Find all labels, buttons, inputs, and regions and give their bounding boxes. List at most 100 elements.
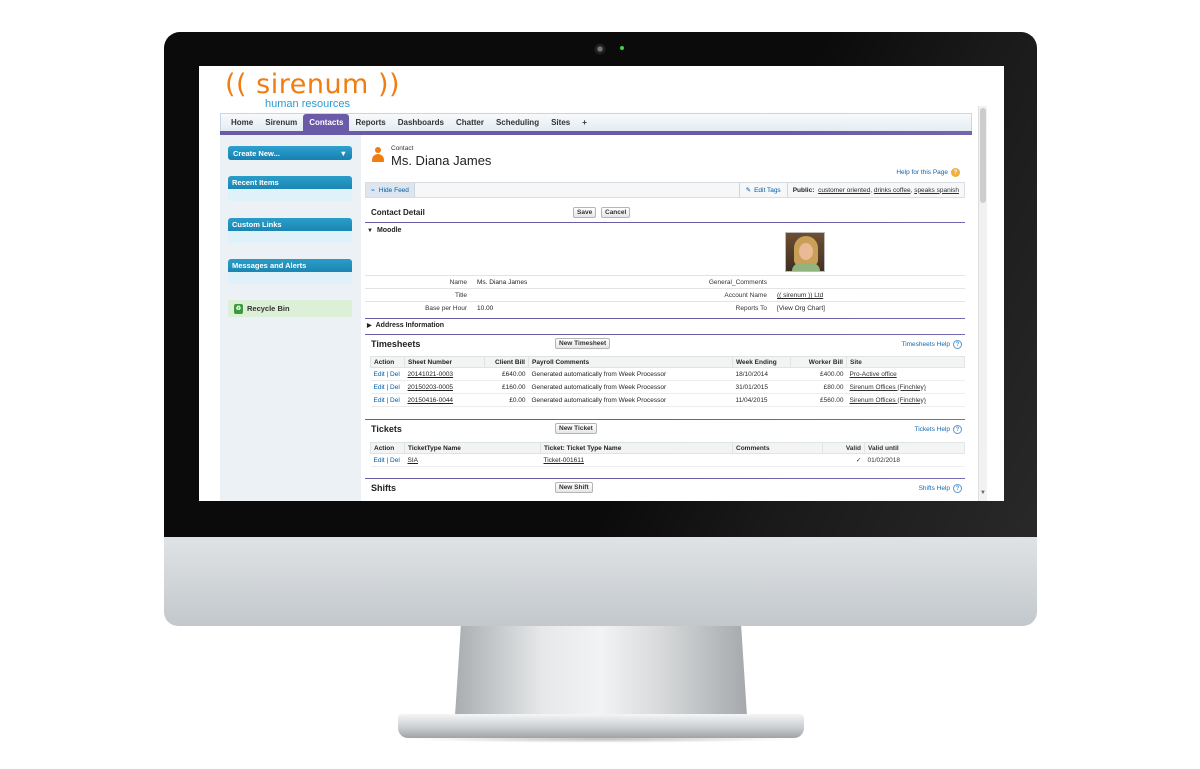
column-header: Action bbox=[370, 442, 405, 454]
recent-items-header[interactable]: Recent Items bbox=[228, 176, 352, 189]
edit-link[interactable]: Edit bbox=[374, 397, 385, 404]
view-org-chart-link[interactable]: [View Org Chart] bbox=[777, 305, 825, 312]
edit-link[interactable]: Edit bbox=[374, 371, 385, 378]
account-name-label: Account Name bbox=[724, 292, 767, 299]
tab-contacts[interactable]: Contacts bbox=[303, 114, 350, 131]
column-header[interactable]: Valid bbox=[822, 442, 865, 454]
tag-link[interactable]: customer oriented bbox=[818, 187, 870, 194]
edit-tags-label: Edit Tags bbox=[754, 186, 781, 194]
moodle-section-header[interactable]: ▼ Moodle bbox=[367, 227, 401, 234]
tickets-table: Action TicketType Name Ticket: Ticket Ty… bbox=[370, 442, 965, 467]
delete-link[interactable]: Del bbox=[390, 457, 400, 464]
column-header[interactable]: Ticket: Ticket Type Name bbox=[540, 442, 733, 454]
ticket-type-link[interactable]: SIA bbox=[404, 453, 541, 467]
edit-link[interactable]: Edit bbox=[374, 457, 385, 464]
recycle-bin-label: Recycle Bin bbox=[247, 304, 290, 313]
new-ticket-button[interactable]: New Ticket bbox=[555, 423, 597, 434]
column-header[interactable]: TicketType Name bbox=[404, 442, 541, 454]
column-header[interactable]: Payroll Comments bbox=[528, 356, 733, 368]
timesheets-title: Timesheets bbox=[371, 339, 421, 349]
entity-label: Contact bbox=[391, 145, 414, 152]
shifts-help-link[interactable]: Shifts Help ? bbox=[919, 484, 962, 493]
tab-reports[interactable]: Reports bbox=[349, 114, 391, 131]
site-link[interactable]: Pro-Active office bbox=[846, 367, 965, 381]
feed-icon: ⌁ bbox=[371, 187, 375, 194]
column-header[interactable]: Sheet Number bbox=[404, 356, 485, 368]
site-link[interactable]: Sirenum Offices (Finchley) bbox=[846, 380, 965, 394]
logo-text: (( sirenum )) bbox=[225, 69, 401, 100]
tag-link[interactable]: drinks coffee bbox=[874, 187, 911, 194]
recycle-bin-icon: ♻ bbox=[234, 303, 243, 314]
tab-home[interactable]: Home bbox=[225, 114, 259, 131]
row-divider bbox=[365, 275, 965, 276]
base-per-hour-value: 10.00 bbox=[477, 305, 494, 312]
monitor-scene: (( sirenum )) human resources Home Siren… bbox=[0, 0, 1200, 769]
help-icon: ? bbox=[951, 168, 960, 177]
week-ending-cell: 11/04/2015 bbox=[732, 393, 791, 407]
brand-logo: (( sirenum )) human resources bbox=[225, 69, 401, 111]
timesheets-help-link[interactable]: Timesheets Help ? bbox=[901, 340, 962, 349]
tickets-help-link[interactable]: Tickets Help ? bbox=[914, 425, 962, 434]
save-button[interactable]: Save bbox=[573, 207, 597, 218]
worker-bill-cell: £560.00 bbox=[790, 393, 847, 407]
create-new-label: Create New... bbox=[233, 148, 280, 158]
week-ending-cell: 18/10/2014 bbox=[732, 367, 791, 381]
tab-dashboards[interactable]: Dashboards bbox=[392, 114, 450, 131]
help-icon: ? bbox=[953, 425, 962, 434]
ticket-link[interactable]: Ticket-001611 bbox=[540, 453, 733, 467]
table-row: Edit | Del 20150203-0005 £160.00 Generat… bbox=[370, 380, 965, 394]
delete-link[interactable]: Del bbox=[390, 384, 400, 391]
delete-link[interactable]: Del bbox=[390, 371, 400, 378]
monitor-chin bbox=[164, 537, 1037, 626]
column-header: Action bbox=[370, 356, 405, 368]
cancel-button[interactable]: Cancel bbox=[601, 207, 631, 218]
column-header[interactable]: Week Ending bbox=[732, 356, 791, 368]
tab-chatter[interactable]: Chatter bbox=[450, 114, 490, 131]
triangle-right-icon: ▶ bbox=[367, 323, 372, 329]
column-header[interactable]: Client Bill bbox=[484, 356, 529, 368]
help-for-page-link[interactable]: Help for this Page ? bbox=[896, 168, 960, 177]
sheet-number-link[interactable]: 20150203-0005 bbox=[404, 380, 485, 394]
new-shift-button[interactable]: New Shift bbox=[555, 482, 593, 493]
tab-scheduling[interactable]: Scheduling bbox=[490, 114, 545, 131]
column-header[interactable]: Site bbox=[846, 356, 965, 368]
delete-link[interactable]: Del bbox=[390, 397, 400, 404]
column-header[interactable]: Valid until bbox=[864, 442, 965, 454]
triangle-down-icon: ▼ bbox=[367, 227, 373, 234]
shifts-help-label: Shifts Help bbox=[918, 485, 950, 492]
account-name-link[interactable]: (( sirenum )) Ltd bbox=[777, 292, 823, 299]
tab-sites[interactable]: Sites bbox=[545, 114, 576, 131]
tickets-title: Tickets bbox=[371, 424, 402, 434]
section-divider bbox=[365, 478, 965, 479]
sheet-number-link[interactable]: 20141021-0003 bbox=[404, 367, 485, 381]
contact-icon bbox=[371, 147, 385, 163]
reports-to-label: Reports To bbox=[735, 305, 767, 312]
tag-link[interactable]: speaks spanish bbox=[914, 187, 959, 194]
hide-feed-button[interactable]: ⌁ Hide Feed bbox=[366, 183, 415, 197]
name-label: Name bbox=[449, 279, 467, 286]
recycle-bin-link[interactable]: ♻ Recycle Bin bbox=[228, 300, 352, 317]
site-link[interactable]: Sirenum Offices (Finchley) bbox=[846, 393, 965, 407]
edit-link[interactable]: Edit bbox=[374, 384, 385, 391]
new-timesheet-button[interactable]: New Timesheet bbox=[555, 338, 611, 349]
scroll-down-icon[interactable]: ▼ bbox=[980, 490, 986, 496]
page-title: Ms. Diana James bbox=[391, 153, 492, 168]
tab-sirenum[interactable]: Sirenum bbox=[259, 114, 303, 131]
chevron-down-icon: ▼ bbox=[339, 148, 347, 158]
table-header-row: Action Sheet Number Client Bill Payroll … bbox=[370, 356, 965, 368]
address-section-header[interactable]: ▶ Address Information bbox=[367, 322, 444, 329]
column-header[interactable]: Worker Bill bbox=[790, 356, 847, 368]
address-section-label: Address Information bbox=[375, 322, 445, 329]
custom-links-header[interactable]: Custom Links bbox=[228, 218, 352, 231]
tab-add[interactable]: + bbox=[576, 114, 593, 131]
name-value: Ms. Diana James bbox=[477, 279, 528, 286]
scrollbar-thumb[interactable] bbox=[980, 108, 986, 203]
messages-alerts-header[interactable]: Messages and Alerts bbox=[228, 259, 352, 272]
create-new-button[interactable]: Create New... ▼ bbox=[228, 146, 352, 160]
sheet-number-link[interactable]: 20150416-0044 bbox=[404, 393, 485, 407]
moodle-label: Moodle bbox=[376, 227, 402, 234]
custom-links-body bbox=[228, 231, 352, 243]
messages-alerts-body bbox=[228, 272, 352, 284]
edit-tags-button[interactable]: ✎ Edit Tags bbox=[738, 183, 788, 197]
column-header[interactable]: Comments bbox=[732, 442, 823, 454]
